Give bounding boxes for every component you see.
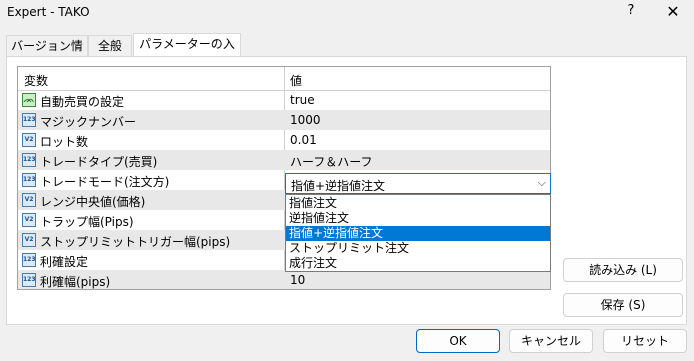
close-button[interactable]: ✕ bbox=[661, 2, 685, 22]
header-value: 値 bbox=[290, 74, 303, 88]
int-icon: 123 bbox=[22, 173, 36, 187]
window-title: Expert - TAKO bbox=[7, 5, 90, 19]
row-name: トレードタイプ(売買) bbox=[40, 155, 158, 169]
chevron-down-icon[interactable]: ⌵ bbox=[538, 176, 546, 190]
cancel-button[interactable]: キャンセル bbox=[509, 329, 593, 353]
help-button[interactable]: ? bbox=[621, 3, 641, 21]
double-icon: V2 bbox=[22, 133, 36, 147]
dropdown-option[interactable]: ストップリミット注文 bbox=[286, 241, 550, 256]
row-value: 0.01 bbox=[290, 133, 317, 147]
header-variable: 変数 bbox=[24, 74, 49, 88]
double-icon: V2 bbox=[22, 213, 36, 227]
dropdown-option[interactable]: 逆指値注文 bbox=[286, 211, 550, 226]
bool-icon: ᨏ bbox=[22, 93, 36, 107]
tab-parameters[interactable]: パラメーターの入力 bbox=[133, 33, 241, 72]
table-row[interactable]: 123 マジックナンバー 1000 bbox=[18, 110, 550, 130]
row-name: マジックナンバー bbox=[40, 115, 137, 129]
int-icon: 123 bbox=[22, 113, 36, 127]
save-button[interactable]: 保存 (S) bbox=[563, 293, 683, 317]
row-value: ハーフ＆ハーフ bbox=[290, 155, 373, 169]
table-row[interactable]: 123 利確幅(pips) 10 bbox=[18, 270, 550, 289]
dropdown-option[interactable]: 指値注文 bbox=[286, 196, 550, 211]
trade-mode-selected: 指値+逆指値注文 bbox=[291, 179, 386, 193]
row-name: トレードモード(注文方) bbox=[40, 175, 170, 189]
row-name: レンジ中央値(価格) bbox=[40, 195, 146, 209]
int-icon: 123 bbox=[22, 273, 36, 287]
tab-version-info[interactable]: バージョン情報 bbox=[6, 35, 88, 74]
title-bar: Expert - TAKO ? ✕ bbox=[0, 0, 694, 26]
dropdown-option[interactable]: 成行注文 bbox=[286, 256, 550, 271]
ok-button[interactable]: OK bbox=[416, 329, 500, 353]
row-value: true bbox=[290, 93, 315, 107]
row-name: 利確設定 bbox=[40, 255, 89, 269]
table-row[interactable]: 123 トレードタイプ(売買) ハーフ＆ハーフ bbox=[18, 150, 550, 170]
double-icon: V2 bbox=[22, 233, 36, 247]
row-name: 自動売買の設定 bbox=[40, 95, 125, 109]
int-icon: 123 bbox=[22, 153, 36, 167]
double-icon: V2 bbox=[22, 193, 36, 207]
reset-button[interactable]: リセット bbox=[603, 329, 687, 353]
table-row[interactable]: V2 ロット数 0.01 bbox=[18, 130, 550, 150]
tab-general[interactable]: 全般 bbox=[88, 35, 132, 56]
trade-mode-select[interactable]: 指値+逆指値注文 ⌵ bbox=[285, 173, 551, 194]
row-value: 10 bbox=[290, 273, 306, 287]
row-name: ロット数 bbox=[40, 135, 89, 149]
row-name: ストップリミットトリガー幅(pips) bbox=[40, 235, 231, 249]
trade-mode-dropdown: 指値注文 逆指値注文 指値+逆指値注文 ストップリミット注文 成行注文 bbox=[285, 194, 551, 272]
load-button[interactable]: 読み込み (L) bbox=[563, 258, 683, 282]
dropdown-option-selected[interactable]: 指値+逆指値注文 bbox=[286, 226, 550, 241]
int-icon: 123 bbox=[22, 253, 36, 267]
table-row[interactable]: ᨏ 自動売買の設定 true bbox=[18, 90, 550, 110]
row-value: 1000 bbox=[290, 113, 321, 127]
row-name: 利確幅(pips) bbox=[40, 275, 111, 289]
row-name: トラップ幅(Pips) bbox=[40, 215, 134, 229]
